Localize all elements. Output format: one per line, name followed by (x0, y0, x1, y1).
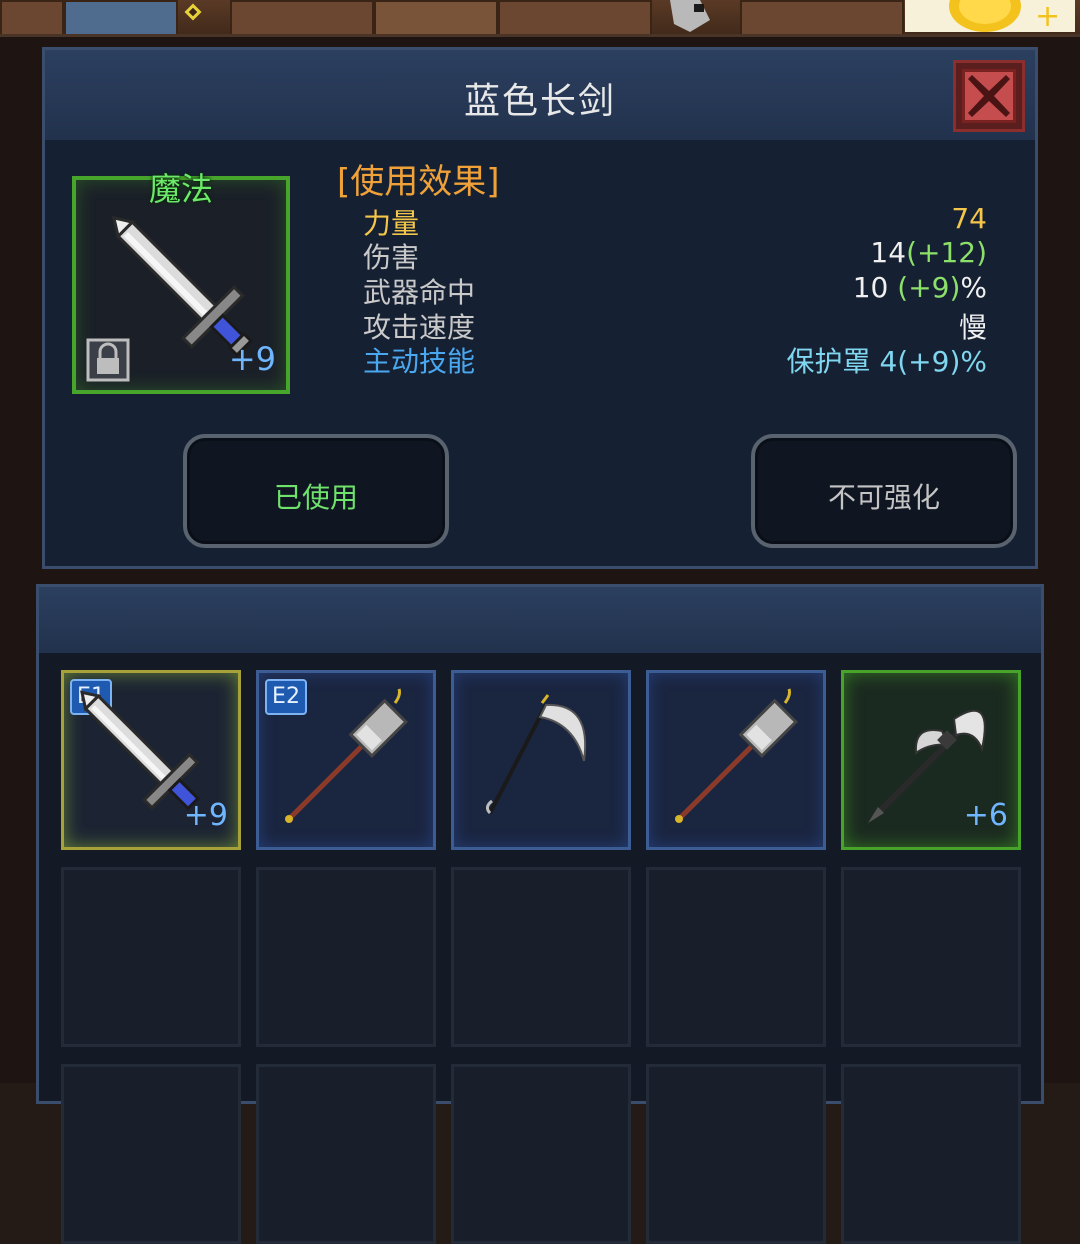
stat-row-attack-speed: 攻击速度 慢 (363, 306, 987, 344)
inventory-header (39, 587, 1041, 653)
stat-value: 10 (+9)% (852, 271, 987, 304)
stat-row-damage: 伤害 14(+12) (363, 236, 987, 274)
scythe-icon (485, 694, 587, 815)
slot-enhance-level: +6 (963, 798, 1008, 833)
svg-text:+: + (1035, 0, 1060, 32)
empty-inventory-slot[interactable] (646, 1064, 826, 1244)
hammer-icon (675, 688, 798, 823)
effects-title: [使用效果] (337, 162, 500, 202)
inventory-slot[interactable] (451, 670, 631, 850)
empty-inventory-slot[interactable] (646, 867, 826, 1047)
item-detail-panel: 蓝色长剑 魔法 +9 [使用效果] 力量 74 伤害 14(+12) 武器命中 … (42, 47, 1038, 569)
key-icon (184, 3, 202, 21)
enhance-button-label: 不可强化 (827, 481, 940, 514)
stat-label: 伤害 (363, 241, 420, 274)
hammer-icon (285, 688, 408, 823)
item-preview: 魔法 +9 (72, 170, 290, 394)
stat-value: 74 (951, 202, 987, 235)
enhance-button[interactable]: 不可强化 (751, 434, 1017, 548)
stat-bonus: (+9) (897, 271, 961, 304)
inventory-slot[interactable] (646, 670, 826, 850)
enhance-level: +9 (228, 340, 276, 378)
detail-header: 蓝色长剑 (45, 50, 1035, 140)
stat-bonus: (+12) (906, 236, 987, 269)
empty-inventory-slot[interactable] (61, 1064, 241, 1244)
inventory-slot[interactable]: +6 (841, 670, 1021, 850)
inventory-slot[interactable]: E2 (256, 670, 436, 850)
item-name: 蓝色长剑 (463, 81, 616, 122)
stat-label: 武器命中 (363, 276, 476, 309)
empty-inventory-slot[interactable] (256, 1064, 436, 1244)
equipped-button-label: 已使用 (273, 481, 358, 514)
stat-value: 14(+12) (870, 236, 987, 269)
inventory-slot[interactable]: E1 +9 (61, 670, 241, 850)
equipped-button[interactable]: 已使用 (183, 434, 449, 548)
inventory-panel: E1 +9 E2 (36, 584, 1044, 1244)
empty-inventory-slot[interactable] (451, 1064, 631, 1244)
slot-enhance-level: +9 (183, 798, 228, 833)
empty-inventory-slot[interactable] (841, 867, 1021, 1047)
empty-inventory-slot[interactable] (61, 867, 241, 1047)
empty-inventory-slot[interactable] (256, 867, 436, 1047)
stat-row-active-skill: 主动技能 保护罩 4(+9)% (363, 340, 987, 378)
close-button[interactable] (953, 60, 1025, 132)
stat-value: 保护罩 4(+9)% (786, 345, 987, 378)
skull-icon (670, 0, 710, 32)
lock-icon (86, 338, 130, 382)
stat-row-accuracy: 武器命中 10 (+9)% (363, 271, 987, 309)
empty-inventory-slot[interactable] (841, 1064, 1021, 1244)
stat-row-power: 力量 74 (363, 202, 987, 240)
empty-inventory-slot[interactable] (451, 867, 631, 1047)
stat-label: 主动技能 (363, 345, 476, 378)
item-grade: 魔法 (148, 170, 213, 208)
close-icon (968, 75, 1010, 117)
gold-coin-icon: + (905, 0, 1075, 32)
